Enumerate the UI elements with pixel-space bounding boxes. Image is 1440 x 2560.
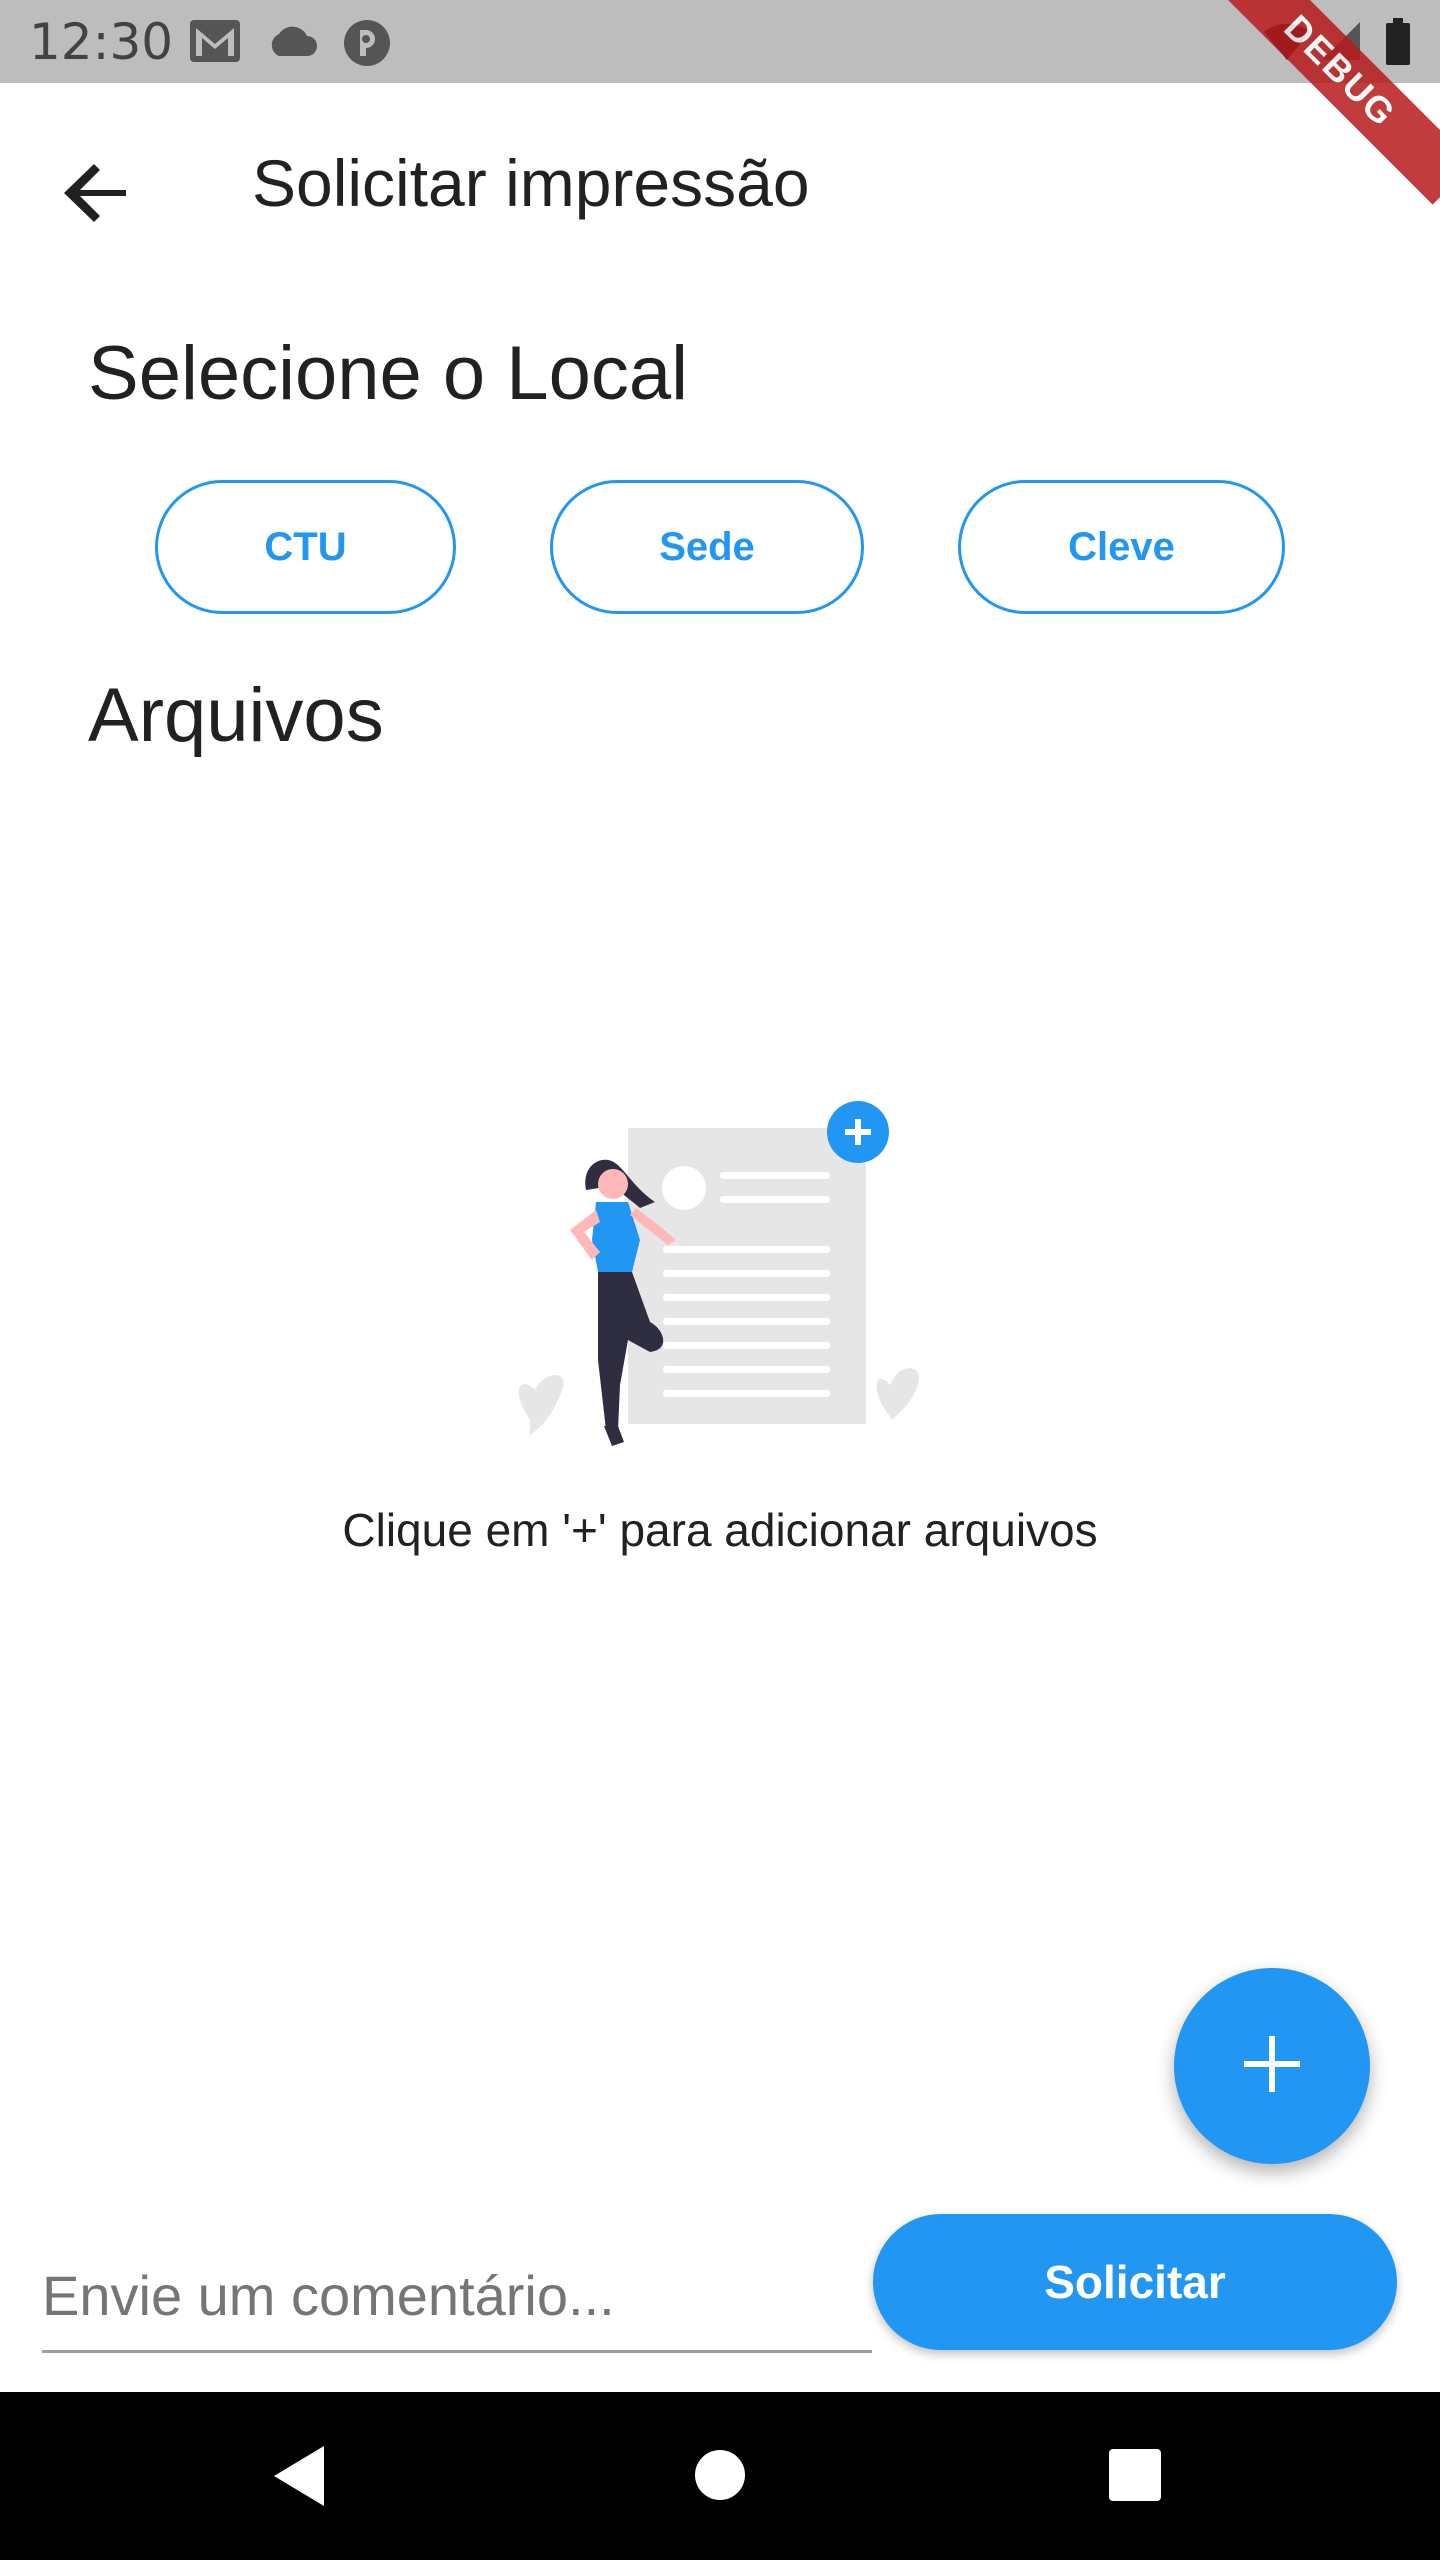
comment-input[interactable] [42, 2240, 872, 2353]
location-option-ctu[interactable]: CTU [155, 480, 456, 614]
location-section-title: Selecione o Local [88, 331, 688, 416]
system-nav-bar [0, 2392, 1440, 2560]
nav-back-icon[interactable] [272, 2444, 328, 2513]
battery-icon [1385, 18, 1411, 71]
app-bar: Solicitar impressão [0, 83, 1440, 283]
files-section-title: Arquivos [88, 673, 384, 758]
status-bar: 12:30 DEBUG [0, 0, 1440, 205]
app-notification-icon [342, 18, 392, 73]
status-time: 12:30 [29, 13, 174, 71]
arrow-back-icon [50, 164, 150, 247]
add-file-button[interactable] [1174, 1968, 1370, 2164]
add-files-illustration [500, 1090, 940, 1450]
back-button[interactable] [50, 143, 150, 243]
nav-recents-icon[interactable] [1109, 2449, 1161, 2506]
location-option-sede[interactable]: Sede [550, 480, 864, 614]
solicitar-button[interactable]: Solicitar [873, 2214, 1397, 2350]
cloud-icon [265, 24, 319, 63]
empty-files-message: Clique em '+' para adicionar arquivos [342, 1504, 1098, 1556]
location-option-label: Cleve [1068, 524, 1175, 569]
location-option-cleve[interactable]: Cleve [958, 480, 1285, 614]
location-option-label: Sede [659, 524, 755, 569]
nav-home-icon[interactable] [694, 2449, 746, 2506]
plus-icon [1244, 2035, 1300, 2097]
location-option-label: CTU [264, 524, 347, 569]
gmail-icon [188, 18, 242, 69]
page-title: Solicitar impressão [252, 146, 810, 220]
